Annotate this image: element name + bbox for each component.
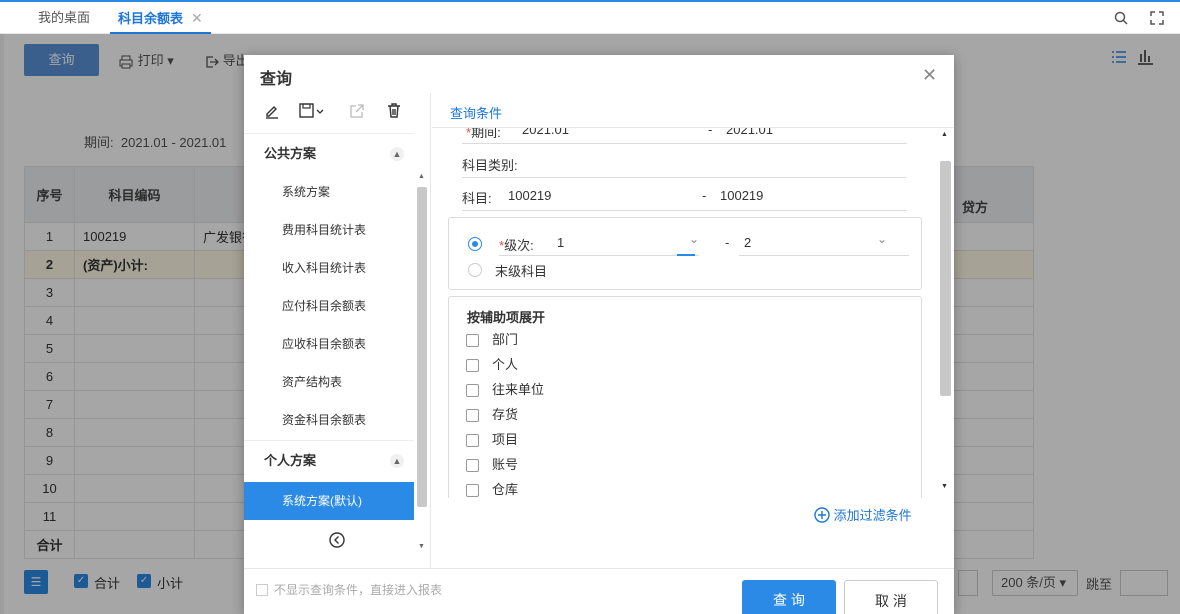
scheme-item-selected[interactable]: 系统方案(默认) bbox=[244, 482, 414, 520]
last-level-label: 末级科目 bbox=[495, 264, 548, 279]
aux-checkbox[interactable] bbox=[466, 459, 479, 472]
last-level-radio[interactable] bbox=[468, 263, 482, 277]
period-from-value[interactable]: 2021.01 bbox=[522, 128, 569, 137]
aux-item-label: 部门 bbox=[492, 332, 519, 347]
level-radio[interactable] bbox=[468, 237, 482, 251]
level-row: *级次: bbox=[499, 238, 534, 253]
subject-to-value[interactable]: 100219 bbox=[720, 188, 763, 203]
subject-underline bbox=[462, 210, 907, 211]
tab-bar: 我的桌面 科目余额表 ✕ bbox=[0, 0, 1180, 34]
fullscreen-icon[interactable] bbox=[1150, 11, 1164, 25]
level-from-underline bbox=[499, 255, 699, 256]
subject-type-input[interactable] bbox=[462, 177, 907, 178]
scheme-item[interactable]: 资产结构表 bbox=[244, 363, 414, 401]
add-filter-button[interactable]: 添加过滤条件 bbox=[814, 505, 912, 524]
aux-checkbox[interactable] bbox=[466, 434, 479, 447]
chevron-down-icon[interactable]: ⌄ bbox=[689, 232, 699, 246]
save-icon[interactable] bbox=[298, 102, 326, 120]
add-circle-icon bbox=[814, 507, 830, 523]
period-to-value[interactable]: 2021.01 bbox=[726, 128, 773, 137]
level-to-underline bbox=[739, 255, 909, 256]
scheme-item[interactable]: 应付科目余额表 bbox=[244, 287, 414, 325]
left-scrollbar[interactable]: ▲ ▼ bbox=[415, 173, 429, 558]
level-to-value[interactable]: 2 bbox=[744, 235, 751, 250]
tab-subject-balance[interactable]: 科目余额表 ✕ bbox=[110, 2, 211, 34]
chevron-up-icon[interactable]: ▲ bbox=[390, 454, 404, 468]
scheme-item[interactable]: 系统方案 bbox=[244, 173, 414, 211]
focus-indicator bbox=[677, 254, 695, 256]
share-icon bbox=[350, 104, 364, 118]
aux-item-label: 往来单位 bbox=[492, 382, 545, 397]
chevron-down-icon[interactable]: ⌄ bbox=[672, 128, 680, 131]
tab-label: 科目余额表 bbox=[118, 11, 184, 26]
subject-label: 科目: bbox=[462, 191, 492, 206]
aux-checkbox[interactable] bbox=[466, 484, 479, 497]
personal-scheme-header[interactable]: 个人方案 ▲ bbox=[244, 442, 414, 480]
add-filter-label: 添加过滤条件 bbox=[833, 508, 912, 523]
aux-item-label: 存货 bbox=[492, 407, 519, 422]
scheme-item[interactable]: 费用科目统计表 bbox=[244, 211, 414, 249]
level-box: *级次: 1 ⌄ - 2 ⌄ 末级科目 bbox=[448, 217, 922, 290]
subject-from-value[interactable]: 100219 bbox=[508, 188, 551, 203]
chevron-up-icon[interactable]: ▲ bbox=[390, 147, 404, 161]
left-scroll-thumb[interactable] bbox=[417, 187, 427, 507]
scheme-item[interactable]: 应收科目余额表 bbox=[244, 325, 414, 363]
edit-icon[interactable] bbox=[264, 103, 280, 119]
public-scheme-title: 公共方案 bbox=[264, 146, 317, 161]
subject-type-label: 科目类别: bbox=[462, 158, 518, 173]
dialog-footer: 不显示查询条件，直接进入报表 查 询 取 消 bbox=[244, 568, 954, 614]
period-field-label: 期间: bbox=[471, 128, 501, 140]
conditions-scroll-area: *期间: 2021.01 ⌄ - 2021.01 ⌄ 科目类别: 科目: 100… bbox=[432, 128, 936, 498]
aux-title: 按辅助项展开 bbox=[467, 310, 546, 325]
dialog-title: 查询 bbox=[260, 71, 293, 88]
aux-item-label: 账号 bbox=[492, 457, 519, 472]
chevron-down-icon[interactable]: ⌄ bbox=[877, 232, 887, 246]
chevron-down-icon[interactable]: ⌄ bbox=[876, 128, 884, 131]
aux-item-label: 项目 bbox=[492, 432, 519, 447]
level-dash: - bbox=[725, 235, 730, 250]
aux-checkbox[interactable] bbox=[466, 384, 479, 397]
no-display-option[interactable]: 不显示查询条件，直接进入报表 bbox=[256, 581, 442, 598]
close-tab-icon[interactable]: ✕ bbox=[191, 10, 203, 26]
dialog-query-button[interactable]: 查 询 bbox=[742, 580, 836, 614]
no-display-checkbox[interactable] bbox=[256, 584, 268, 596]
period-underline bbox=[462, 143, 907, 144]
tab-query-conditions[interactable]: 查询条件 bbox=[450, 103, 502, 122]
level-field-label: 级次: bbox=[504, 238, 534, 253]
delete-icon[interactable] bbox=[386, 102, 402, 119]
scheme-panel: 公共方案 ▲ 系统方案 费用科目统计表 收入科目统计表 应付科目余额表 应收科目余… bbox=[244, 93, 431, 568]
aux-item-label: 仓库 bbox=[492, 482, 519, 497]
personal-scheme-title: 个人方案 bbox=[264, 453, 317, 468]
subject-dash: - bbox=[702, 188, 707, 203]
no-display-label: 不显示查询条件，直接进入报表 bbox=[274, 583, 443, 597]
level-from-value[interactable]: 1 bbox=[557, 235, 564, 250]
right-scrollbar[interactable]: ▲ ▼ bbox=[938, 131, 952, 503]
aux-checkbox[interactable] bbox=[466, 359, 479, 372]
close-icon[interactable]: ✕ bbox=[922, 65, 937, 86]
dialog-cancel-button[interactable]: 取 消 bbox=[844, 580, 938, 614]
aux-item-label: 个人 bbox=[492, 357, 519, 372]
scheme-item[interactable]: 收入科目统计表 bbox=[244, 249, 414, 287]
query-dialog: 查询 ✕ 公共方案 ▲ 系统方案 费用科目统计表 收入科目统计表 应付科目余额表 … bbox=[244, 55, 954, 614]
right-scroll-thumb[interactable] bbox=[940, 161, 951, 396]
search-icon[interactable] bbox=[1114, 11, 1128, 25]
scheme-toolbar bbox=[244, 93, 431, 133]
collapse-panel-icon[interactable] bbox=[328, 531, 346, 549]
tab-desktop[interactable]: 我的桌面 bbox=[38, 2, 90, 34]
period-dash: - bbox=[708, 128, 713, 137]
aux-checkbox[interactable] bbox=[466, 334, 479, 347]
period-row: *期间: bbox=[466, 128, 501, 141]
aux-checkbox[interactable] bbox=[466, 409, 479, 422]
query-conditions-panel: 查询条件 *期间: 2021.01 ⌄ - 2021.01 ⌄ 科目类别: 科目… bbox=[432, 93, 954, 568]
public-scheme-header[interactable]: 公共方案 ▲ bbox=[244, 135, 414, 173]
scheme-item[interactable]: 资金科目余额表 bbox=[244, 401, 414, 439]
